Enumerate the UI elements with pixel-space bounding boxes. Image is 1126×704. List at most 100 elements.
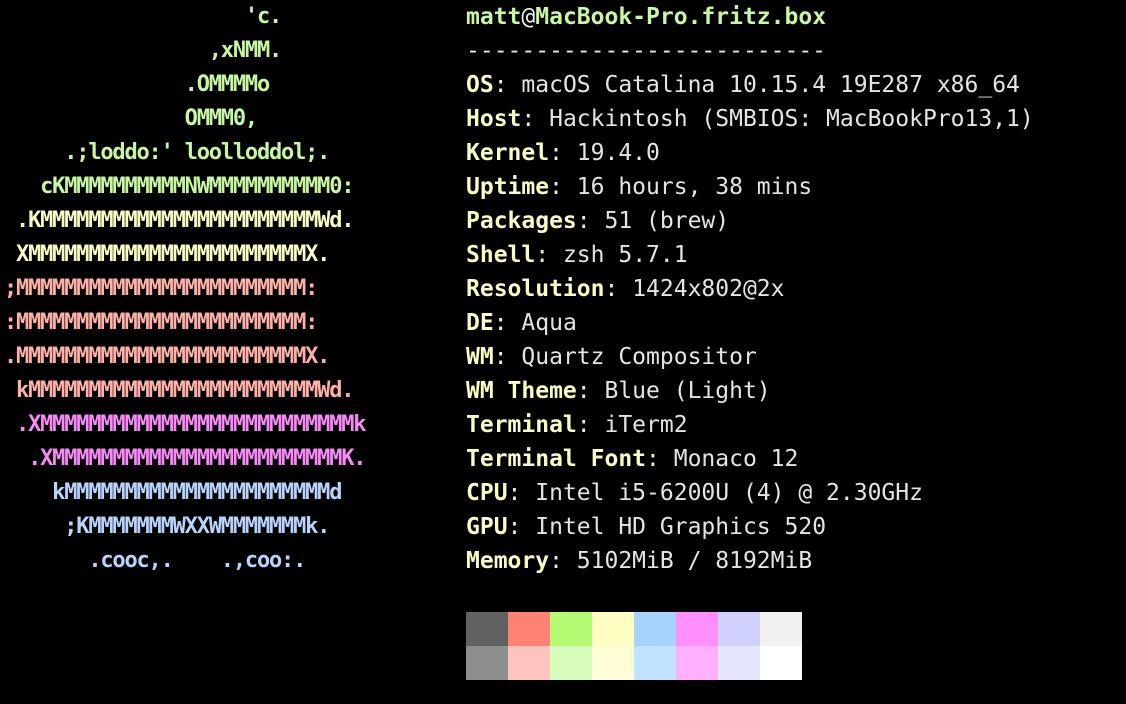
info-row-terminal: Terminal: iTerm2 <box>466 408 1106 442</box>
color-palette <box>466 612 802 680</box>
color-swatch <box>550 646 592 680</box>
colon: : <box>535 242 563 268</box>
info-row-kernel: Kernel: 19.4.0 <box>466 136 1106 170</box>
info-row-terminal-font: Terminal Font: Monaco 12 <box>466 442 1106 476</box>
logo-line: XMMMMMMMMMMMMMMMMMMMMMMMX. <box>4 242 330 267</box>
info-key: OS <box>466 72 494 98</box>
color-swatch <box>592 646 634 680</box>
logo-line: kMMMMMMMMMMMMMMMMMMMMMMMMWd. <box>4 378 354 403</box>
color-swatch <box>760 646 802 680</box>
colon: : <box>604 276 633 302</box>
user-host-title: matt@MacBook-Pro.fritz.box <box>466 0 1106 34</box>
logo-line: cKMMMMMMMMMMNWMMMMMMMMMM0: <box>4 174 354 199</box>
terminal-window[interactable]: 'c. ,xNMM. .OMMMMo OMMM0, .;loddo:' lool… <box>0 0 1126 704</box>
info-value: zsh 5.7.1 <box>562 242 688 268</box>
info-key: DE <box>466 310 494 336</box>
info-row-resolution: Resolution: 1424x802@2x <box>466 272 1106 306</box>
info-value: Aqua <box>521 310 577 336</box>
logo-line: .XMMMMMMMMMMMMMMMMMMMMMMMMK. <box>4 446 366 471</box>
colon: : <box>493 310 522 336</box>
info-row-wm-theme: WM Theme: Blue (Light) <box>466 374 1106 408</box>
logo-line: OMMM0, <box>4 106 258 131</box>
info-key: CPU <box>466 480 508 506</box>
info-value: Blue (Light) <box>604 378 771 404</box>
colon: : <box>549 140 577 166</box>
info-value: 51 (brew) <box>604 208 730 234</box>
info-value: Quartz Compositor <box>521 344 757 370</box>
info-key: Host <box>466 106 522 132</box>
logo-line: :MMMMMMMMMMMMMMMMMMMMMMMM: <box>4 310 318 335</box>
info-key: Kernel <box>466 140 550 166</box>
color-swatch <box>508 646 550 680</box>
info-value: Intel i5-6200U (4) @ 2.30GHz <box>535 480 923 506</box>
info-key: Memory <box>466 548 550 574</box>
info-row-de: DE: Aqua <box>466 306 1106 340</box>
colon: : <box>493 344 522 370</box>
logo-line: .cooc,. .,coo:. <box>4 548 306 573</box>
info-row-host: Host: Hackintosh (SMBIOS: MacBookPro13,1… <box>466 102 1106 136</box>
info-key: Terminal <box>466 412 577 438</box>
info-value: 16 hours, 38 mins <box>576 174 813 200</box>
color-swatch <box>550 612 592 646</box>
color-swatch <box>760 612 802 646</box>
colon: : <box>507 514 536 540</box>
color-swatch <box>634 646 676 680</box>
info-value: iTerm2 <box>604 412 688 438</box>
info-key: WM <box>466 344 494 370</box>
color-swatch <box>592 612 634 646</box>
info-row-os: OS: macOS Catalina 10.15.4 19E287 x86_64 <box>466 68 1106 102</box>
color-swatch <box>466 646 508 680</box>
info-row-wm: WM: Quartz Compositor <box>466 340 1106 374</box>
color-swatch <box>718 646 760 680</box>
info-key: Resolution <box>466 276 605 302</box>
info-row-shell: Shell: zsh 5.7.1 <box>466 238 1106 272</box>
logo-line: .OMMMMo <box>4 72 271 97</box>
info-key: WM Theme <box>466 378 577 404</box>
colon: : <box>576 208 605 234</box>
color-swatch <box>466 612 508 646</box>
hostname: MacBook-Pro.fritz.box <box>535 4 827 30</box>
color-swatch <box>634 612 676 646</box>
colon: : <box>576 412 605 438</box>
color-swatch <box>718 612 760 646</box>
info-row-packages: Packages: 51 (brew) <box>466 204 1106 238</box>
title-separator: -------------------------- <box>466 38 827 64</box>
colon: : <box>646 446 674 472</box>
info-row-uptime: Uptime: 16 hours, 38 mins <box>466 170 1106 204</box>
info-value: 1424x802@2x <box>632 276 785 302</box>
logo-line: kMMMMMMMMMMMMMMMMMMMMMMd <box>4 480 342 505</box>
colon: : <box>493 72 522 98</box>
colon: : <box>576 378 605 404</box>
info-row-cpu: CPU: Intel i5-6200U (4) @ 2.30GHz <box>466 476 1106 510</box>
info-key: Uptime <box>466 174 550 200</box>
info-key: GPU <box>466 514 508 540</box>
logo-line: ;MMMMMMMMMMMMMMMMMMMMMMMM: <box>4 276 318 301</box>
info-key: Shell <box>466 242 536 268</box>
logo-line: .MMMMMMMMMMMMMMMMMMMMMMMMX. <box>4 344 330 369</box>
palette-row-bright <box>466 646 802 680</box>
logo-line: ,xNMM. <box>4 38 282 63</box>
info-key: Terminal Font <box>466 446 647 472</box>
color-swatch <box>508 612 550 646</box>
colon: : <box>521 106 550 132</box>
logo-line: ;KMMMMMMMWXXWMMMMMMMk. <box>4 514 330 539</box>
apple-ascii-logo: 'c. ,xNMM. .OMMMMo OMMM0, .;loddo:' lool… <box>4 0 444 578</box>
info-value: Monaco 12 <box>673 446 799 472</box>
logo-line: .KMMMMMMMMMMMMMMMMMMMMMMMWd. <box>4 208 354 233</box>
at-sign: @ <box>521 4 536 30</box>
info-row-gpu: GPU: Intel HD Graphics 520 <box>466 510 1106 544</box>
palette-row-normal <box>466 612 802 646</box>
system-info-panel: matt@MacBook-Pro.fritz.box -------------… <box>466 0 1106 578</box>
logo-line: 'c. <box>4 4 282 29</box>
info-value: Hackintosh (SMBIOS: MacBookPro13,1) <box>549 106 1034 132</box>
info-value: 5102MiB / 8192MiB <box>576 548 813 574</box>
colon: : <box>507 480 536 506</box>
info-value: 19.4.0 <box>576 140 660 166</box>
color-swatch <box>676 646 718 680</box>
info-value: Intel HD Graphics 520 <box>535 514 827 540</box>
info-row-memory: Memory: 5102MiB / 8192MiB <box>466 544 1106 578</box>
logo-line: .XMMMMMMMMMMMMMMMMMMMMMMMMMMk <box>4 412 367 437</box>
info-value: macOS Catalina 10.15.4 19E287 x86_64 <box>521 72 1020 98</box>
info-key: Packages <box>466 208 577 234</box>
color-swatch <box>676 612 718 646</box>
